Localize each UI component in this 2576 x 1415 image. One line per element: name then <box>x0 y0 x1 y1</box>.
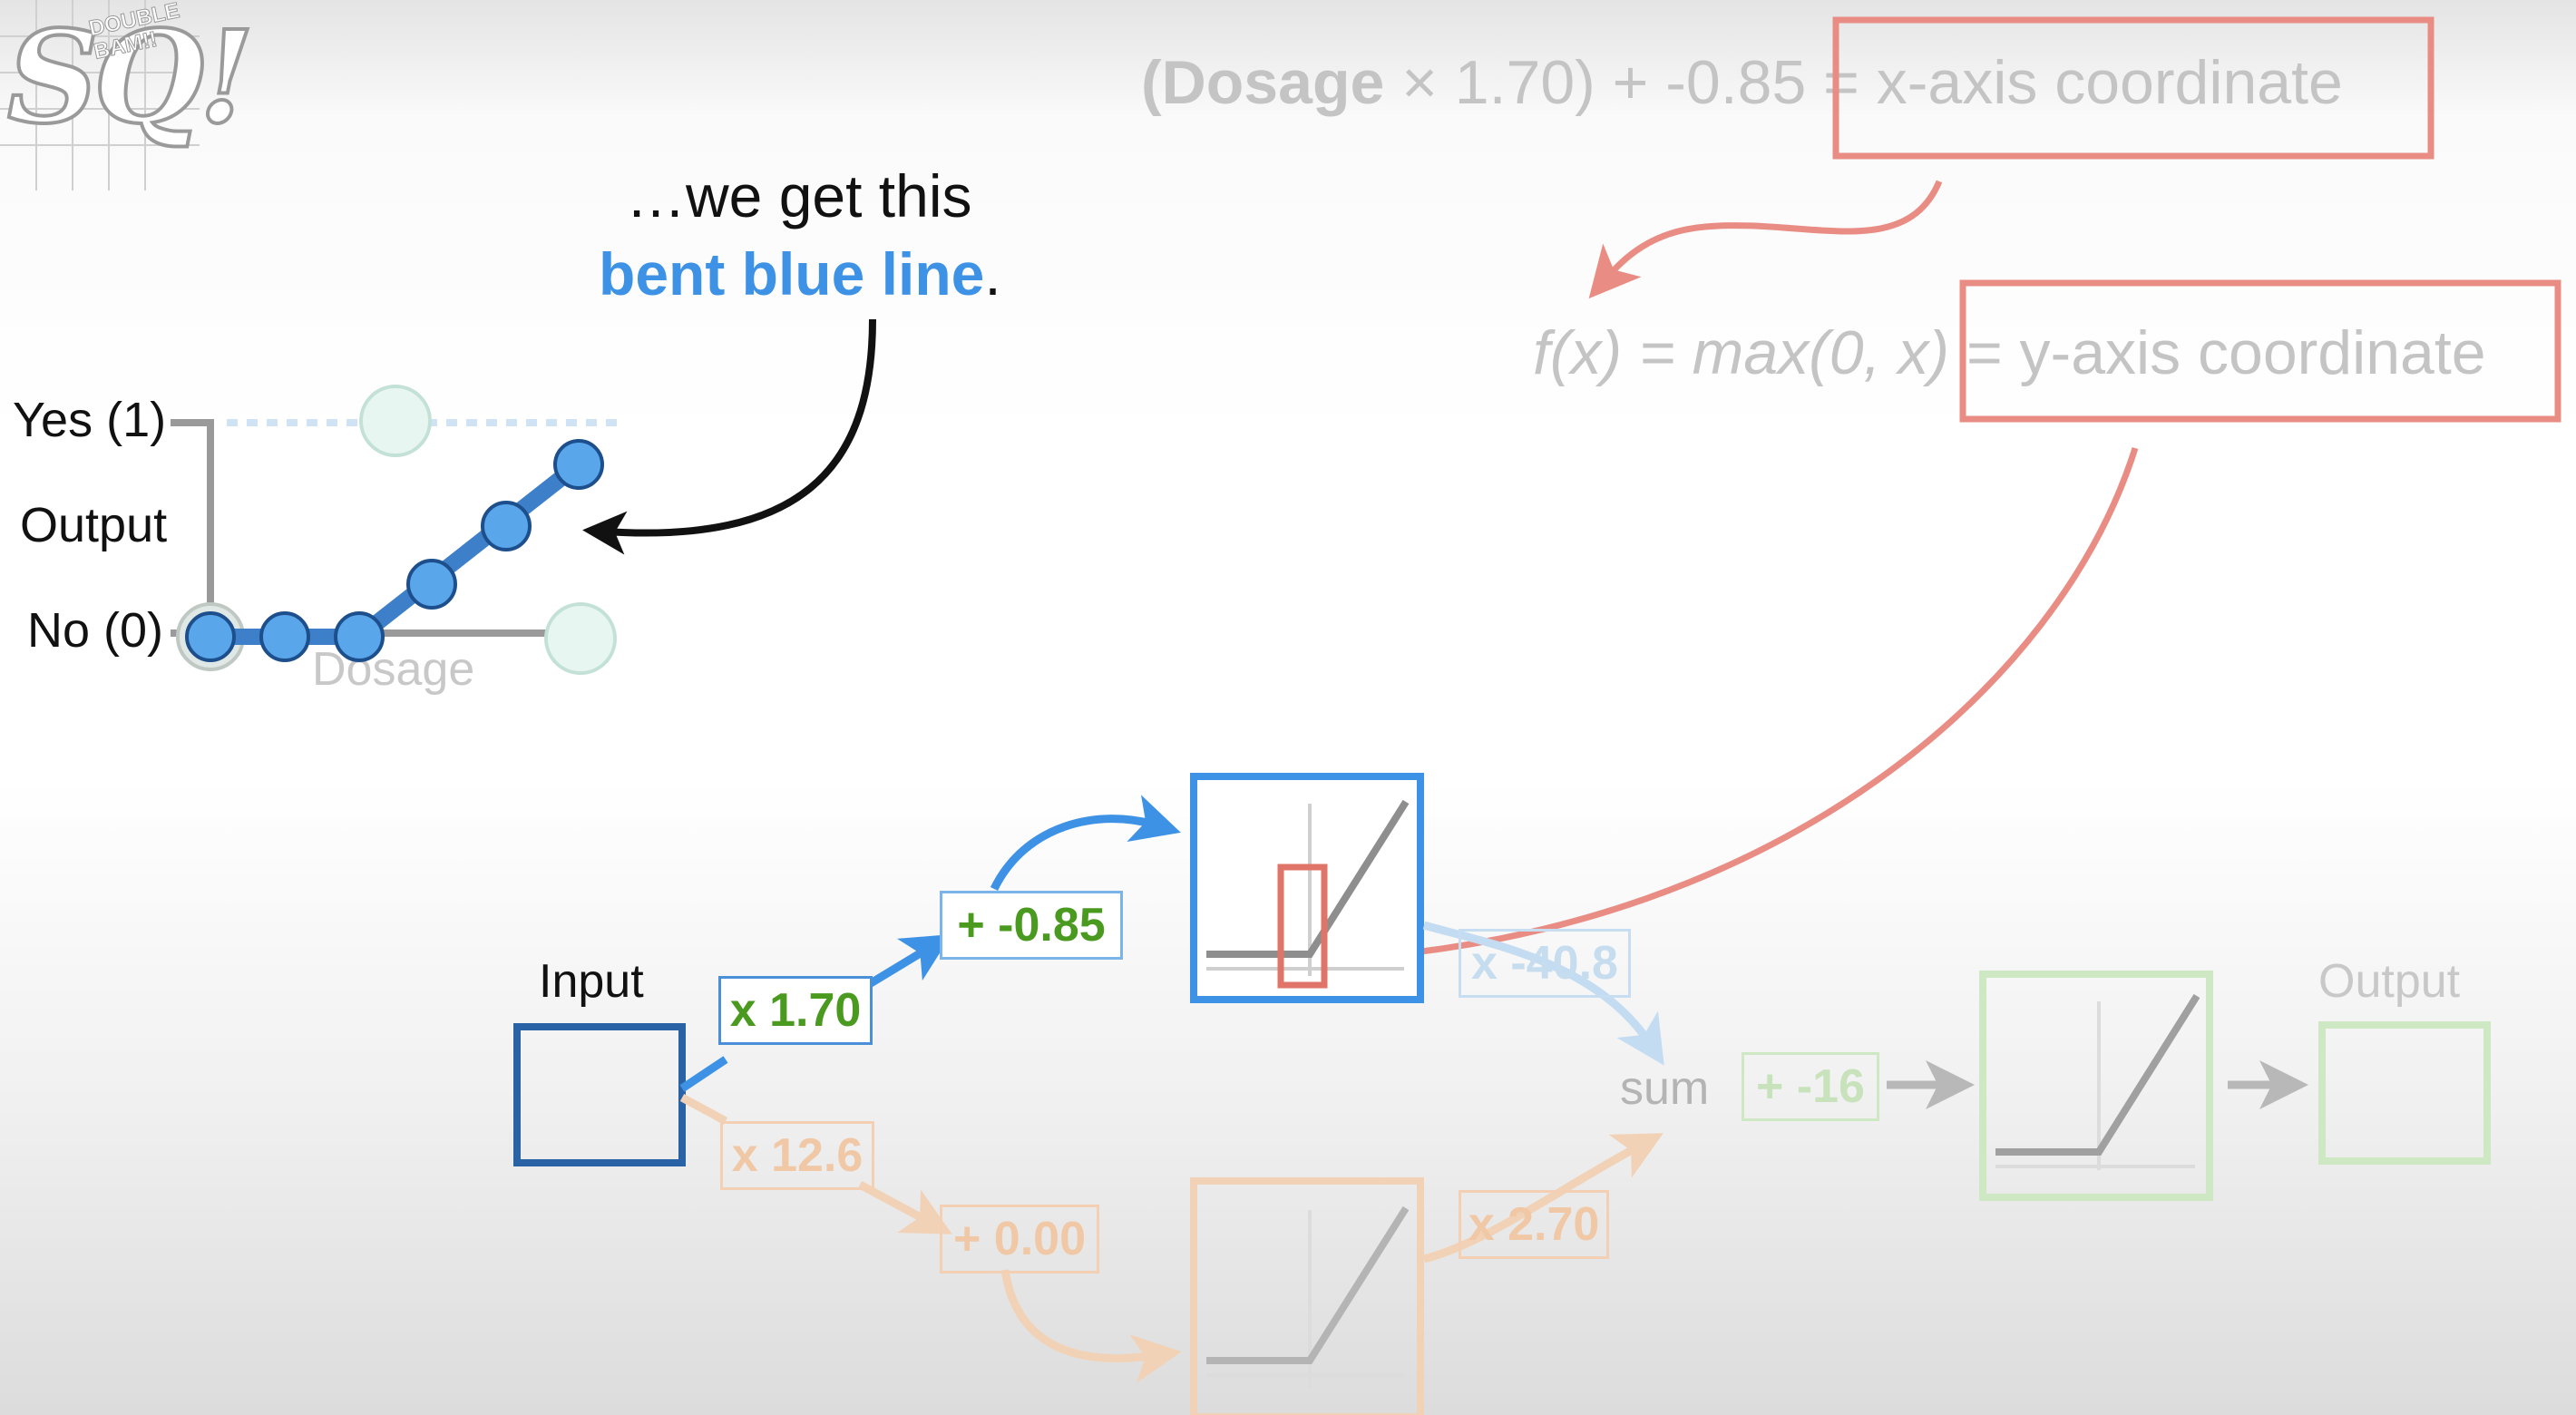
input-node <box>513 1023 686 1166</box>
edge-b-bottom-to-node <box>1000 1269 1182 1383</box>
weight-bottom-out-box: x 2.70 <box>1459 1190 1609 1259</box>
weight-top-box: x 1.70 <box>718 976 873 1045</box>
x-axis-highlight-box <box>1832 16 2435 160</box>
bottom-node-relu <box>1206 1205 1410 1388</box>
bias-final-box: + -16 <box>1742 1052 1879 1121</box>
sum-label: sum <box>1620 1062 1710 1115</box>
final-node-relu <box>1995 993 2200 1170</box>
faded-point-top <box>359 385 432 457</box>
y-axis-highlight-box <box>1959 279 2561 423</box>
input-label: Input <box>539 955 644 1008</box>
arrow-callout-to-line <box>582 318 876 555</box>
edge-w-bottom-to-b-bottom <box>857 1181 952 1234</box>
data-point <box>481 501 532 551</box>
data-point <box>334 611 385 662</box>
output-node <box>2318 1021 2491 1165</box>
bottom-activation-node <box>1190 1177 1424 1415</box>
faded-point-right <box>544 602 617 675</box>
data-point <box>259 611 310 662</box>
edge-b-top-to-node <box>990 795 1181 891</box>
final-activation-node <box>1979 971 2213 1201</box>
output-label: Output <box>2318 955 2461 1008</box>
top-activation-node <box>1190 773 1424 1003</box>
mini-graph <box>171 385 617 675</box>
bent-blue-line <box>210 457 584 645</box>
data-point <box>406 559 457 610</box>
weight-bottom-box: x 12.6 <box>720 1121 874 1190</box>
data-point <box>553 439 604 490</box>
bias-top-box: + -0.85 <box>940 891 1123 960</box>
weight-top-out-box: x -40.8 <box>1459 929 1631 998</box>
edge-input-to-w-bottom <box>679 1094 728 1125</box>
arrow-x-to-fx <box>1588 180 1943 299</box>
arrow-y-to-node <box>1335 446 2139 981</box>
diagram-canvas <box>171 16 2561 1415</box>
data-point <box>185 611 236 662</box>
bias-bottom-box: + 0.00 <box>940 1205 1099 1274</box>
edge-input-to-w-top <box>679 1056 728 1092</box>
